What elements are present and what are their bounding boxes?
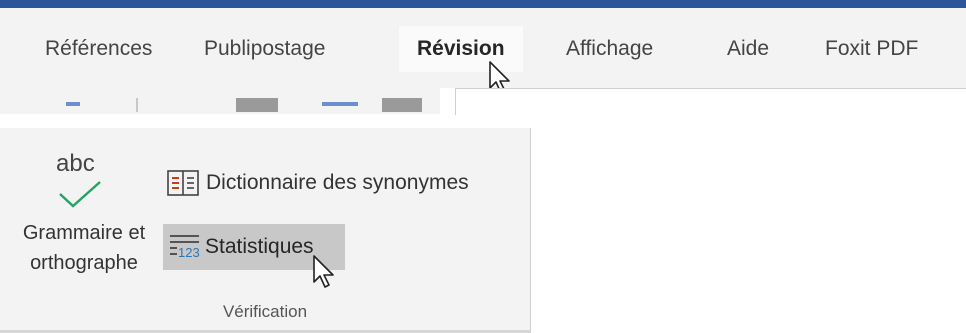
word-count-icon: 123 xyxy=(170,235,200,260)
spelling-label-line-1: Grammaire et xyxy=(22,222,146,244)
spelling-icon-text: abc xyxy=(56,150,95,177)
tab-help[interactable]: Aide xyxy=(727,26,769,72)
tab-foxit-pdf[interactable]: Foxit PDF xyxy=(825,26,918,72)
title-bar-accent xyxy=(0,0,966,8)
ribbon-partial-strip xyxy=(0,88,440,114)
ribbon-fragment xyxy=(382,98,422,112)
mouse-pointer-icon xyxy=(313,255,334,288)
checkmark-icon xyxy=(59,181,101,208)
spelling-grammar-label: Grammaire et orthographe xyxy=(6,218,162,278)
ribbon-fragment xyxy=(236,98,278,112)
word-count-icon-digits: 123 xyxy=(178,245,200,260)
proofing-group: abc Grammaire et orthographe Dictionnair… xyxy=(0,128,531,333)
ribbon-fragment xyxy=(66,102,80,106)
ribbon-fragment xyxy=(136,98,138,112)
book-icon xyxy=(167,170,199,196)
tab-mailings[interactable]: Publipostage xyxy=(204,26,325,72)
spelling-label-line-2: orthographe xyxy=(30,252,138,274)
tab-references[interactable]: Références xyxy=(45,26,152,72)
ribbon-fragment xyxy=(322,102,358,106)
tab-view[interactable]: Affichage xyxy=(566,26,653,72)
word-count-label: Statistiques xyxy=(205,235,314,258)
thesaurus-label: Dictionnaire des synonymes xyxy=(206,171,469,194)
proofing-group-label: Vérification xyxy=(222,302,308,321)
ribbon-tab-bar: Références Publipostage Révision Afficha… xyxy=(0,8,966,94)
document-area-edge xyxy=(455,88,966,115)
